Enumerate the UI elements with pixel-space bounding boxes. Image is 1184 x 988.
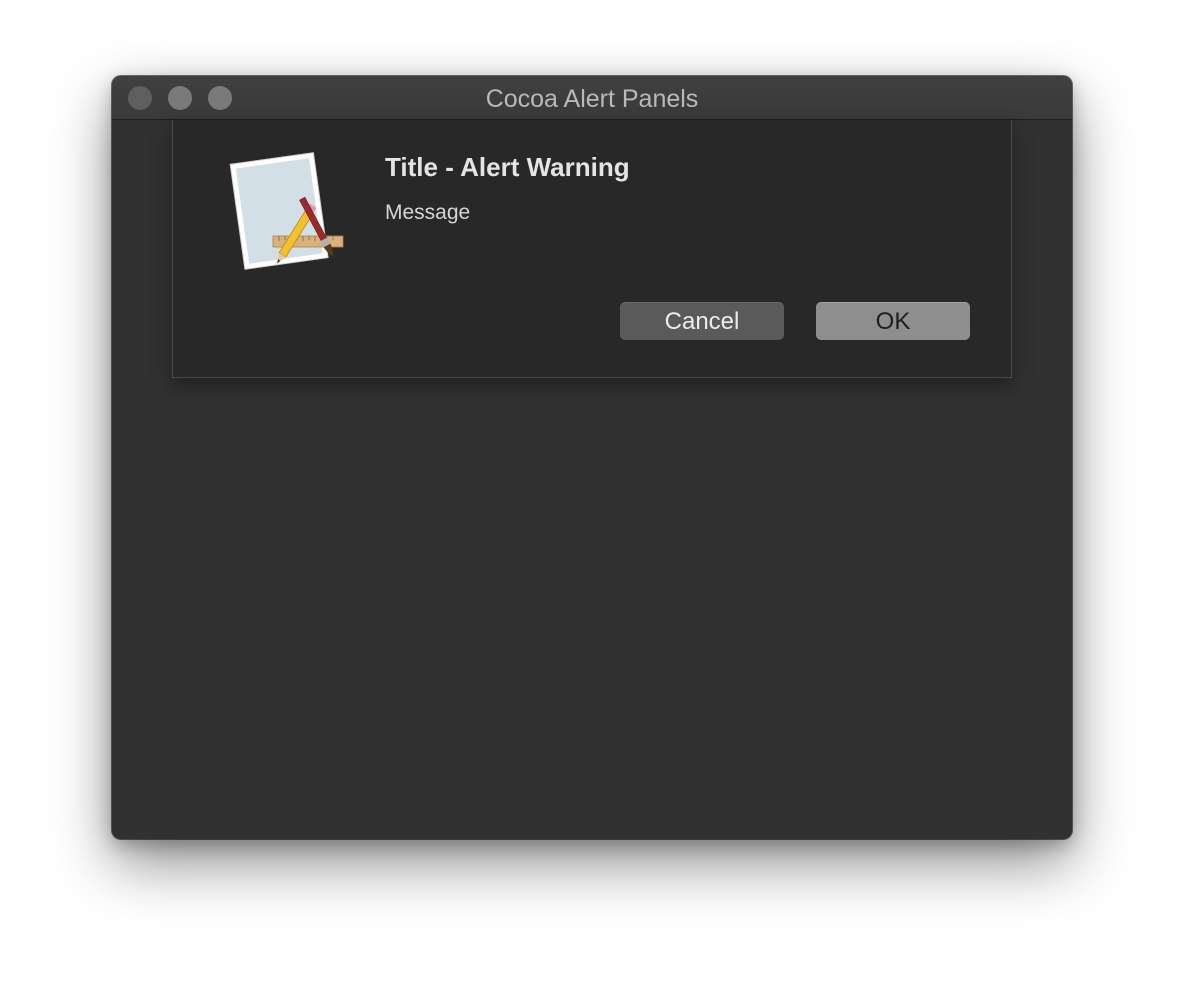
- alert-title: Title - Alert Warning: [385, 152, 630, 182]
- title-bar[interactable]: Cocoa Alert Panels: [112, 76, 1072, 120]
- window-title: Cocoa Alert Panels: [485, 85, 699, 113]
- ok-button[interactable]: OK: [816, 302, 970, 340]
- alert-sheet: Title - Alert Warning Message Cancel OK: [172, 120, 1012, 378]
- alert-message: Message: [385, 201, 471, 224]
- cancel-button[interactable]: Cancel: [620, 302, 784, 340]
- app-window: Cocoa Alert Panels Title - Alert Warning…: [112, 76, 1072, 839]
- app-icon: [229, 152, 344, 270]
